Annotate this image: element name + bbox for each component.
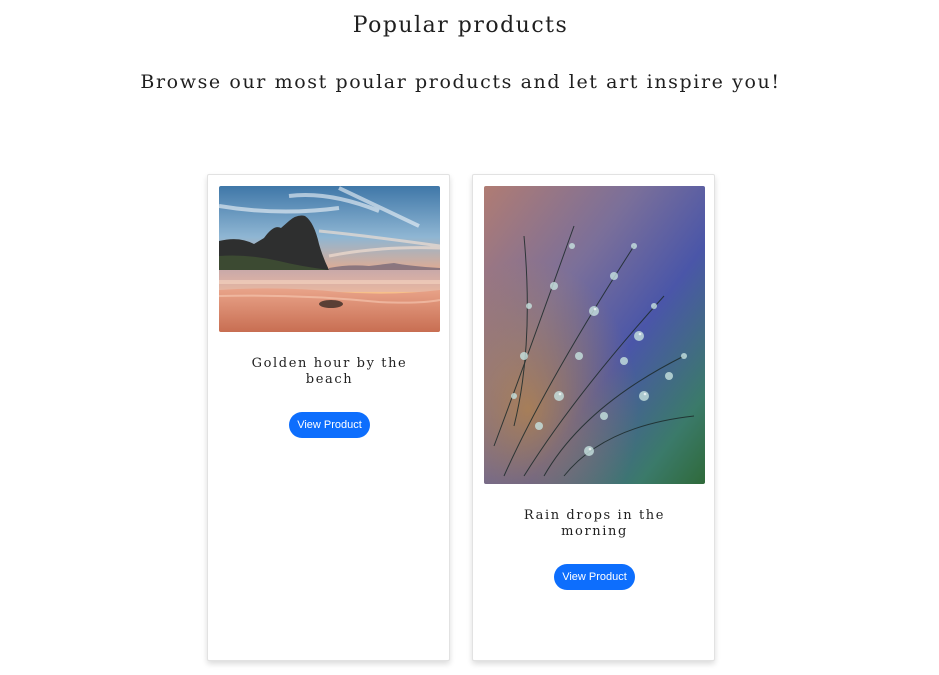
view-product-button[interactable]: View Product xyxy=(554,564,635,590)
product-image-beach[interactable] xyxy=(219,186,440,332)
view-product-button[interactable]: View Product xyxy=(289,412,370,438)
product-image-rain-drops[interactable] xyxy=(484,186,705,484)
page-subtitle: Browse our most poular products and let … xyxy=(140,71,781,93)
page-title: Popular products xyxy=(352,13,569,38)
product-card: Rain drops in the morning View Product xyxy=(472,174,715,661)
product-title: Golden hour by the beach xyxy=(251,356,408,387)
product-title: Rain drops in the morning xyxy=(523,508,666,539)
product-card: Golden hour by the beach View Product xyxy=(207,174,450,661)
